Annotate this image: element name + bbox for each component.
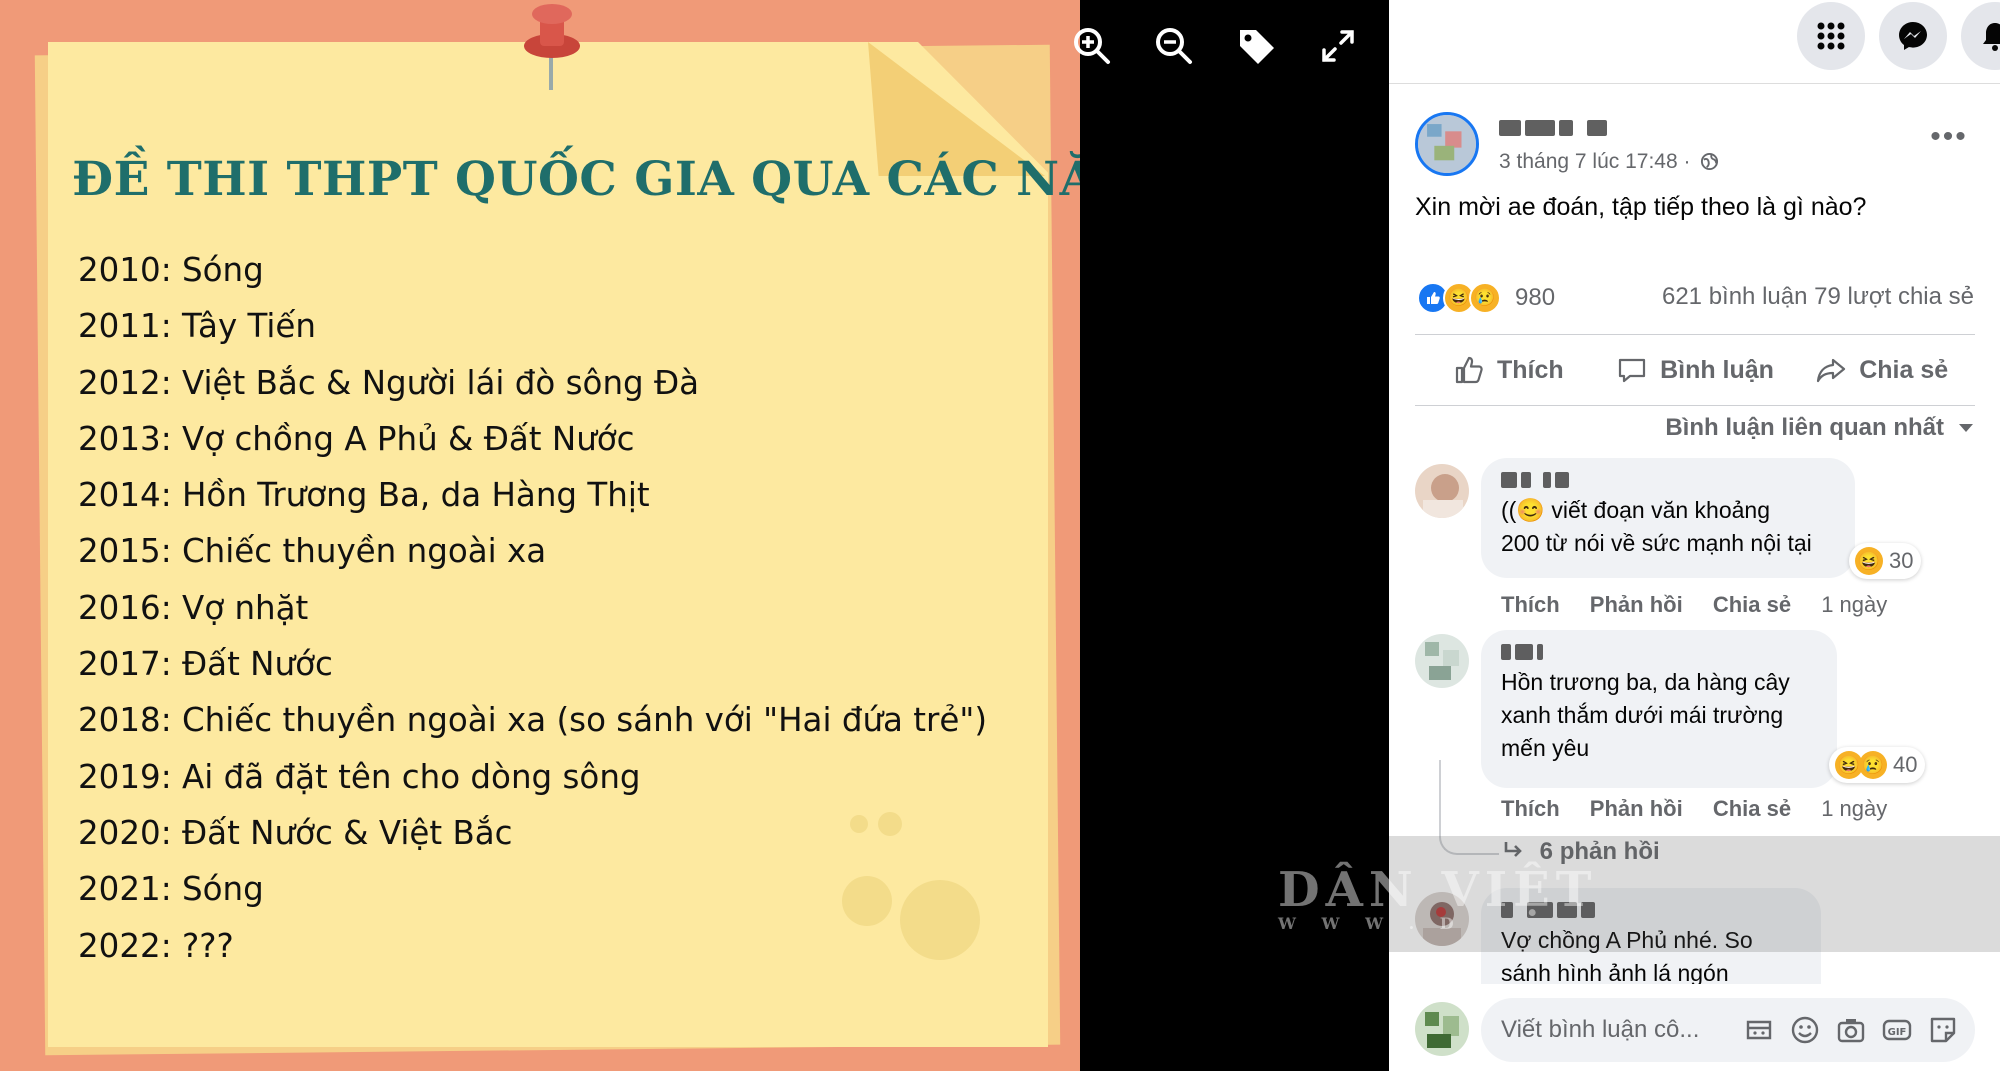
comment-icon: [1618, 358, 1646, 383]
camera-icon[interactable]: [1835, 1014, 1867, 1046]
more-options-icon[interactable]: •••: [1929, 122, 1969, 162]
comment-time[interactable]: 1 ngày: [1821, 592, 1887, 617]
commenter-name-blurred[interactable]: [1501, 900, 1801, 920]
push-pin-icon: [520, 0, 584, 92]
decor-dot: [900, 880, 980, 960]
exam-list-item: 2020: Đất Nước & Việt Bắc: [78, 813, 513, 852]
comment-text: Hồn trương ba, da hàng cây xanh thắm dướ…: [1501, 669, 1790, 761]
poster-title: ĐỀ THI THPT QUỐC GIA QUA CÁC NĂM: [72, 152, 1080, 207]
comment-reactions[interactable]: 😆 30: [1849, 543, 1922, 579]
view-replies-link[interactable]: 6 phản hồi: [1503, 838, 1660, 866]
svg-text:GIF: GIF: [1888, 1027, 1907, 1038]
commenter-name-blurred[interactable]: [1501, 470, 1835, 490]
exam-list-item: 2016: Vợ nhặt: [78, 588, 309, 627]
my-avatar[interactable]: [1415, 1002, 1469, 1056]
decor-dot: [842, 876, 892, 926]
post-author-name-blurred[interactable]: [1499, 118, 1607, 138]
exam-list-item: 2012: Việt Bắc & Người lái đò sông Đà: [78, 363, 700, 402]
exam-list-item: 2018: Chiếc thuyền ngoài xa (so sánh với…: [78, 701, 988, 740]
commenter-avatar[interactable]: [1415, 634, 1469, 688]
exam-list-item: 2014: Hồn Trương Ba, da Hàng Thịt: [78, 476, 650, 515]
post-timestamp[interactable]: 3 tháng 7 lúc 17:48 ·: [1499, 150, 1690, 173]
comment-share-link[interactable]: Chia sẻ: [1713, 592, 1791, 617]
comment-reactions[interactable]: 😆 😢 40: [1829, 747, 1926, 783]
share-button[interactable]: Chia sẻ: [1788, 335, 1975, 405]
comment-time[interactable]: 1 ngày: [1821, 796, 1887, 821]
messenger-icon[interactable]: [1879, 2, 1947, 70]
decor-dot: [878, 812, 902, 836]
photo: ĐỀ THI THPT QUỐC GIA QUA CÁC NĂM 2010: S…: [0, 0, 1080, 1071]
share-label: Chia sẻ: [1859, 355, 1949, 384]
emoji-icon[interactable]: [1789, 1014, 1821, 1046]
exam-list-item: 2019: Ai đã đặt tên cho dòng sông: [78, 757, 641, 796]
comment-bubble: Hồn trương ba, da hàng cây xanh thắm dướ…: [1481, 630, 1837, 788]
gif-icon[interactable]: GIF: [1881, 1014, 1913, 1046]
commenter-avatar[interactable]: [1415, 464, 1469, 518]
sticker-face-icon[interactable]: [1927, 1014, 1959, 1046]
comment-button[interactable]: Bình luận: [1602, 335, 1789, 405]
comment-share-link[interactable]: Chia sẻ: [1713, 796, 1791, 821]
reaction-summary[interactable]: 😆 😢 980: [1417, 280, 1555, 316]
comment-bubble: ((😊 viết đoạn văn khoảng 200 từ nói về s…: [1481, 458, 1855, 578]
like-icon: [1455, 356, 1483, 384]
fullscreen-icon[interactable]: [1314, 22, 1362, 70]
comment-bubble: Vợ chồng A Phủ nhé. So sánh hình ảnh lá …: [1481, 888, 1821, 984]
comment-sort-dropdown[interactable]: Bình luận liên quan nhất: [1665, 414, 1974, 442]
comment-actions: Thích Phản hồi Chia sẻ 1 ngày: [1501, 796, 1887, 822]
photo-viewer: ĐỀ THI THPT QUỐC GIA QUA CÁC NĂM 2010: S…: [0, 0, 1389, 1071]
exam-list: 2010: Sóng 2011: Tây Tiến 2012: Việt Bắc…: [78, 242, 987, 974]
exam-list-item: 2015: Chiếc thuyền ngoài xa: [78, 532, 547, 571]
share-icon: [1817, 358, 1846, 383]
comment-reply-link[interactable]: Phản hồi: [1590, 796, 1683, 821]
comment-input[interactable]: [1501, 998, 1731, 1062]
notification-bell-icon[interactable]: [1961, 2, 2000, 70]
globe-icon: [1701, 152, 1719, 171]
haha-reaction-icon: 😆: [1855, 547, 1883, 575]
post-sidebar: 3 tháng 7 lúc 17:48 · ••• Xin mời ae đoá…: [1389, 0, 2000, 1071]
exam-list-item: 2017: Đất Nước: [78, 645, 333, 684]
comment-text: ((😊 viết đoạn văn khoảng 200 từ nói về s…: [1501, 497, 1812, 556]
reply-thread-line: [1439, 760, 1499, 855]
commenter-avatar[interactable]: [1415, 892, 1469, 946]
zoom-in-icon[interactable]: [1068, 22, 1116, 70]
exam-list-item: 2013: Vợ chồng A Phủ & Đất Nước: [78, 419, 635, 458]
post-author-avatar[interactable]: [1415, 112, 1479, 176]
comment-label: Bình luận: [1660, 355, 1774, 384]
sticker-icon[interactable]: [1743, 1014, 1775, 1046]
post-action-bar: Thích Bình luận Chia sẻ: [1415, 334, 1975, 406]
top-bar: [1389, 0, 2000, 84]
menu-grid-icon[interactable]: [1797, 2, 1865, 70]
comment-like-link[interactable]: Thích: [1501, 796, 1560, 821]
reaction-count: 980: [1515, 284, 1556, 311]
caret-down-icon: [1959, 424, 1973, 432]
sort-label: Bình luận liên quan nhất: [1665, 414, 1944, 441]
post-stats[interactable]: 621 bình luận 79 lượt chia sẻ: [1662, 283, 1974, 311]
exam-list-item: 2022: ???: [78, 926, 234, 965]
reply-arrow-icon: [1504, 842, 1522, 857]
comment-actions: Thích Phản hồi Chia sẻ 1 ngày: [1501, 592, 1887, 618]
like-label: Thích: [1497, 355, 1564, 384]
comment-composer: GIF: [1481, 998, 1975, 1062]
sad-reaction-icon: 😢: [1469, 282, 1501, 314]
comment-like-link[interactable]: Thích: [1501, 592, 1560, 617]
decor-dot: [850, 815, 868, 833]
like-button[interactable]: Thích: [1415, 335, 1602, 405]
exam-list-item: 2010: Sóng: [78, 251, 264, 289]
sad-reaction-icon: 😢: [1859, 751, 1887, 779]
comment-reply-link[interactable]: Phản hồi: [1590, 592, 1683, 617]
tag-icon[interactable]: [1232, 22, 1280, 70]
exam-list-item: 2011: Tây Tiến: [78, 307, 317, 346]
post-text: Xin mời ae đoán, tập tiếp theo là gì nào…: [1415, 193, 1867, 221]
commenter-name-blurred[interactable]: [1501, 642, 1817, 662]
post-meta: 3 tháng 7 lúc 17:48 ·: [1499, 150, 1719, 174]
comment-text: Vợ chồng A Phủ nhé. So sánh hình ảnh lá …: [1501, 927, 1753, 984]
zoom-out-icon[interactable]: [1150, 22, 1198, 70]
